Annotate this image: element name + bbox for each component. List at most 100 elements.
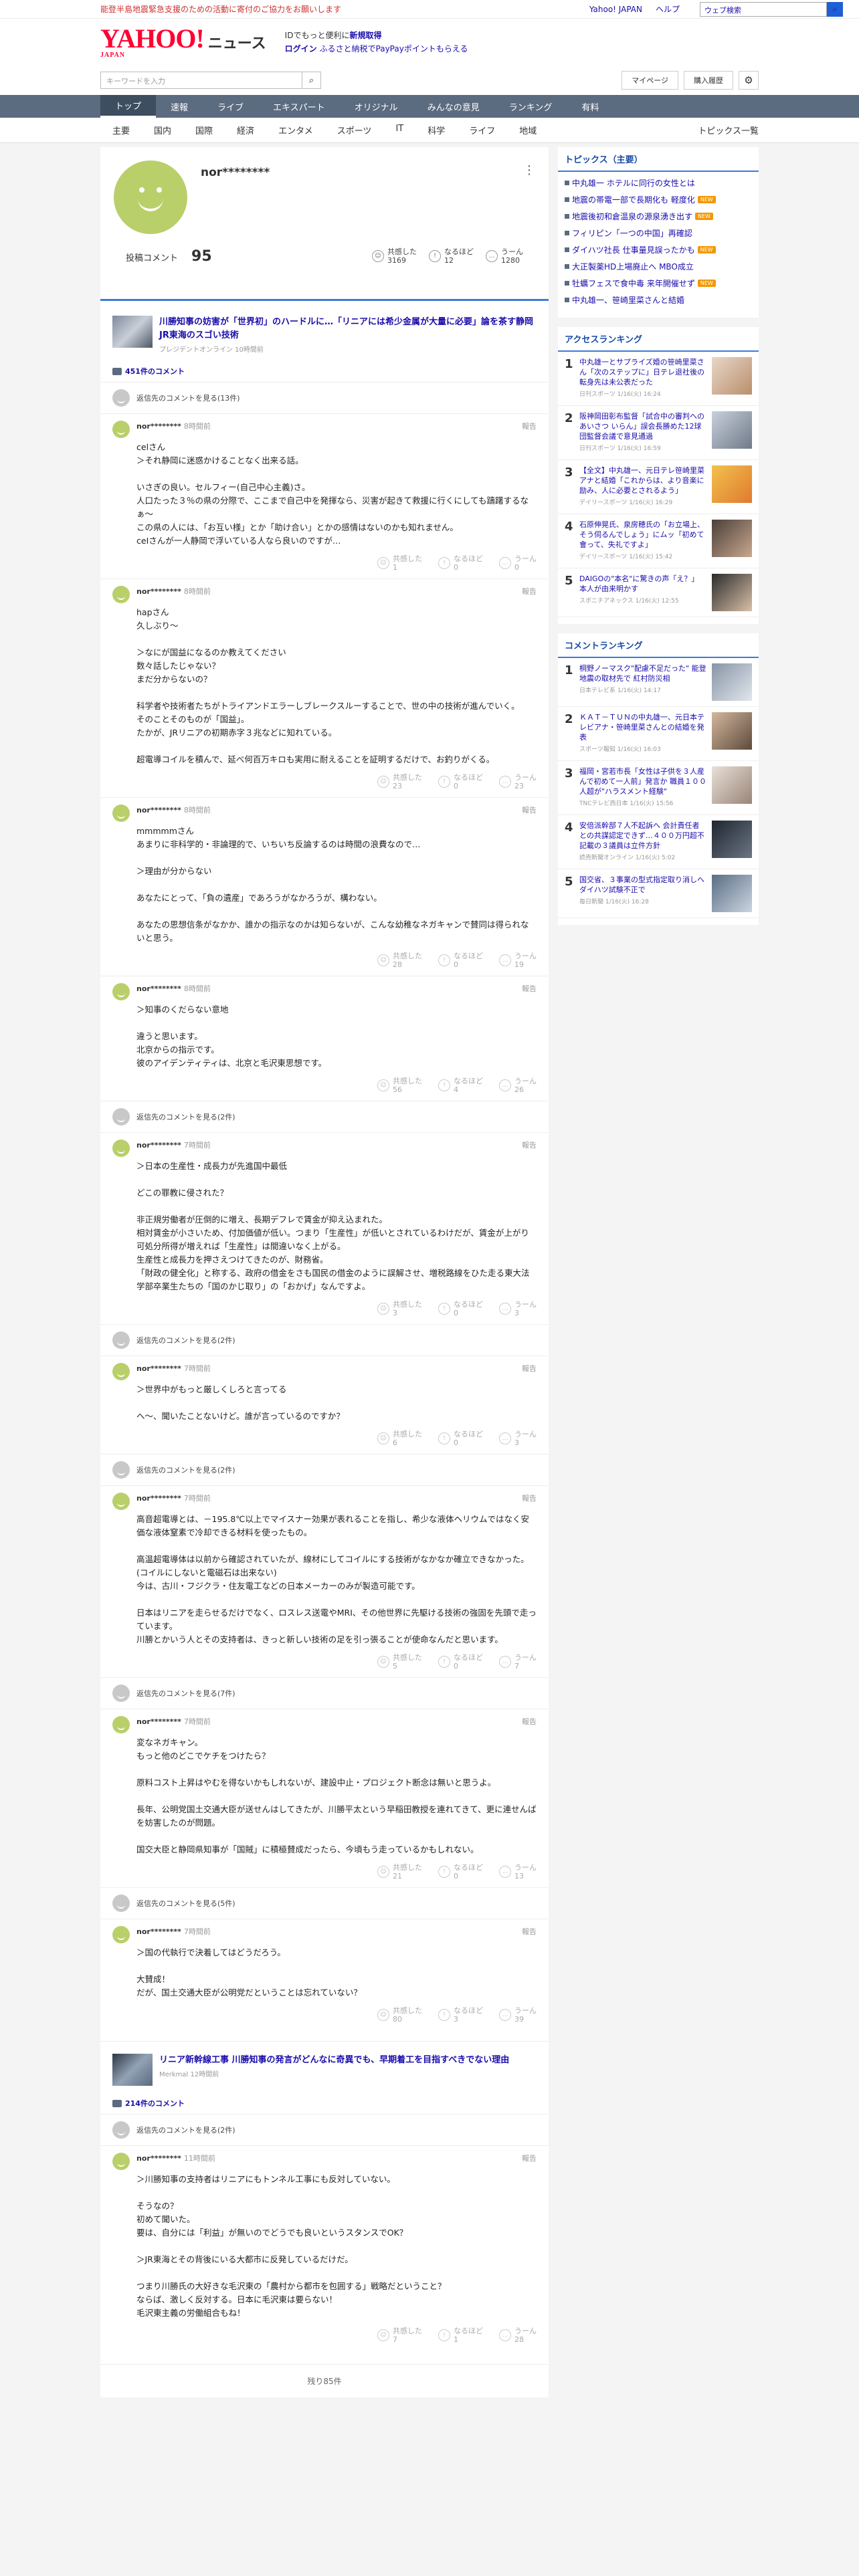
report-link[interactable]: 報告 bbox=[522, 983, 537, 994]
hmm-button[interactable]: … うーん 28 bbox=[499, 2327, 537, 2344]
parent-comment-link[interactable]: 返信先のコメントを見る(5件) bbox=[100, 1887, 549, 1919]
report-link[interactable]: 報告 bbox=[522, 1363, 537, 1374]
insight-button[interactable]: ! なるほど 0 bbox=[438, 773, 483, 790]
hmm-button[interactable]: … うーん 23 bbox=[499, 773, 537, 790]
parent-comment-link[interactable]: 返信先のコメントを見る(7件) bbox=[100, 1677, 549, 1709]
keyword-search-input[interactable]: キーワードを入力 bbox=[100, 72, 302, 89]
empathy-button[interactable]: ☺ 共感した 1 bbox=[377, 554, 422, 572]
empathy-button[interactable]: ☺ 共感した 5 bbox=[377, 1653, 422, 1671]
insight-button[interactable]: ! なるほど 0 bbox=[438, 1430, 483, 1447]
category-entertainment[interactable]: エンタメ bbox=[266, 124, 325, 136]
empathy-button[interactable]: ☺ 共感した 21 bbox=[377, 1863, 422, 1881]
ranking-item[interactable]: 1 中丸雄一とサプライズ婚の笹崎里菜さん「次のステップに」日テレ退社後の転身先は未… bbox=[558, 352, 759, 406]
nav-tab-opinion[interactable]: みんなの意見 bbox=[413, 95, 494, 118]
more-menu-icon[interactable]: ⋮ bbox=[523, 163, 535, 177]
category-it[interactable]: IT bbox=[383, 124, 415, 136]
login-link[interactable]: ログイン bbox=[285, 44, 317, 53]
article-link[interactable]: 川勝知事の妨害が「世界初」のハードルに…「リニアには希少金属が大量に必要」論を茶… bbox=[100, 301, 549, 360]
hmm-button[interactable]: … うーん 0 bbox=[499, 554, 537, 572]
yahoo-logo[interactable]: YAHOO! JAPAN bbox=[100, 25, 205, 59]
topic-item[interactable]: 牡蠣フェスで食中毒 来年開催せず NEW bbox=[565, 275, 752, 292]
remaining-count[interactable]: 残り85件 bbox=[100, 2364, 549, 2397]
empathy-button[interactable]: ☺ 共感した 28 bbox=[377, 952, 422, 969]
topic-item[interactable]: 大正製薬HD上場廃止へ MBO成立 bbox=[565, 258, 752, 275]
ranking-item[interactable]: 2 ＫＡＴ－ＴＵＮの中丸雄一、元日本テレビアナ・笹崎里菜さんとの結婚を発表 スポーツ… bbox=[558, 707, 759, 761]
yahoo-japan-link[interactable]: Yahoo! JAPAN bbox=[589, 5, 642, 14]
hmm-button[interactable]: … うーん 7 bbox=[499, 1653, 537, 1671]
insight-button[interactable]: ! なるほど 0 bbox=[438, 952, 483, 969]
category-economy[interactable]: 経済 bbox=[225, 124, 266, 136]
hmm-button[interactable]: … うーん 19 bbox=[499, 952, 537, 969]
signup-link[interactable]: 新規取得 bbox=[349, 31, 381, 40]
nav-tab-paid[interactable]: 有料 bbox=[567, 95, 613, 118]
hmm-button[interactable]: … うーん 3 bbox=[499, 1300, 537, 1317]
topic-item[interactable]: ダイハツ社長 仕事量見誤ったかも NEW bbox=[565, 241, 752, 258]
report-link[interactable]: 報告 bbox=[522, 1140, 537, 1150]
article-title[interactable]: リニア新幹線工事 川勝知事の発言がどんなに奇異でも、早期着工を目指すべきでない理… bbox=[159, 2054, 509, 2067]
ranking-title[interactable]: 国交省、３事業の型式指定取り消しへ ダイハツ試験不正で bbox=[579, 875, 706, 895]
insight-button[interactable]: ! なるほど 0 bbox=[438, 1863, 483, 1881]
furusato-link[interactable]: ふるさと納税でPayPayポイントもらえる bbox=[320, 44, 468, 53]
ranking-title[interactable]: 中丸雄一とサプライズ婚の笹崎里菜さん「次のステップに」日テレ退社後の転身先は未公… bbox=[579, 357, 706, 387]
hmm-button[interactable]: … うーん 3 bbox=[499, 1430, 537, 1447]
nav-tab-ranking[interactable]: ランキング bbox=[494, 95, 567, 118]
ranking-item[interactable]: 1 桐野ノーマスク"配慮不足だった" 能登地震の取材先で 紅村防災相 日本テレビ系 … bbox=[558, 658, 759, 707]
search-icon[interactable]: ⌕ bbox=[302, 72, 321, 89]
empathy-button[interactable]: ☺ 共感した 3 bbox=[377, 1300, 422, 1317]
help-link[interactable]: ヘルプ bbox=[656, 3, 680, 15]
report-link[interactable]: 報告 bbox=[522, 1493, 537, 1503]
ranking-item[interactable]: 5 DAIGOの"本名"に驚きの声「え？」 本人が由来明かす スポニチアネックス 1… bbox=[558, 568, 759, 617]
category-world[interactable]: 国際 bbox=[183, 124, 225, 136]
search-icon[interactable]: ⌕ bbox=[827, 1, 843, 17]
empathy-button[interactable]: ☺ 共感した 80 bbox=[377, 2006, 422, 2024]
article-title[interactable]: 川勝知事の妨害が「世界初」のハードルに…「リニアには希少金属が大量に必要」論を茶… bbox=[159, 316, 537, 342]
parent-comment-link[interactable]: 返信先のコメントを見る(2件) bbox=[100, 1101, 549, 1132]
comment-count-link[interactable]: 214件のコメント bbox=[100, 2092, 549, 2114]
report-link[interactable]: 報告 bbox=[522, 421, 537, 431]
ranking-title[interactable]: 石原伸晃氏、泉房穂氏の「お立場上、そう伺るんでしょう」にムッ「初めて會って、失礼… bbox=[579, 520, 706, 550]
comment-count-link[interactable]: 451件のコメント bbox=[100, 360, 549, 382]
category-sports[interactable]: スポーツ bbox=[325, 124, 384, 136]
ranking-item[interactable]: 4 石原伸晃氏、泉房穂氏の「お立場上、そう伺るんでしょう」にムッ「初めて會って、失… bbox=[558, 514, 759, 568]
report-link[interactable]: 報告 bbox=[522, 2153, 537, 2163]
report-link[interactable]: 報告 bbox=[522, 1716, 537, 1727]
hmm-button[interactable]: … うーん 26 bbox=[499, 1077, 537, 1094]
nav-tab-expert[interactable]: エキスパート bbox=[258, 95, 340, 118]
nav-tab-flash[interactable]: 速報 bbox=[156, 95, 203, 118]
nav-tab-live[interactable]: ライブ bbox=[203, 95, 258, 118]
topic-item[interactable]: 中丸雄一、笹崎里菜さんと結婚 bbox=[565, 292, 752, 308]
ranking-title[interactable]: 阪神岡田彰布監督「試合中の審判へのあいさつ いらん」誤会長勝めた12球団監督会議… bbox=[579, 411, 706, 441]
hmm-button[interactable]: … うーん 13 bbox=[499, 1863, 537, 1881]
insight-button[interactable]: ! なるほど 0 bbox=[438, 554, 483, 572]
nav-tab-original[interactable]: オリジナル bbox=[340, 95, 413, 118]
report-link[interactable]: 報告 bbox=[522, 804, 537, 815]
topics-list-link[interactable]: トピックス一覧 bbox=[698, 124, 759, 136]
ranking-title[interactable]: 桐野ノーマスク"配慮不足だった" 能登地震の取材先で 紅村防災相 bbox=[579, 663, 706, 683]
ranking-item[interactable]: 2 阪神岡田彰布監督「試合中の審判へのあいさつ いらん」誤会長勝めた12球団監督会… bbox=[558, 406, 759, 460]
ranking-title[interactable]: 【全文】中丸雄一、元日テレ笹崎里菜アナと結婚「これからは、より音楽に励み、人に必… bbox=[579, 465, 706, 496]
parent-comment-link[interactable]: 返信先のコメントを見る(2件) bbox=[100, 1454, 549, 1485]
empathy-button[interactable]: ☺ 共感した 6 bbox=[377, 1430, 422, 1447]
empathy-button[interactable]: ☺ 共感した 7 bbox=[377, 2327, 422, 2344]
ranking-item[interactable]: 5 国交省、３事業の型式指定取り消しへ ダイハツ試験不正で 毎日新聞 1/16(火)… bbox=[558, 869, 759, 918]
category-life[interactable]: ライフ bbox=[457, 124, 507, 136]
gear-icon[interactable]: ⚙ bbox=[739, 71, 759, 90]
purchase-history-button[interactable]: 購入履歴 bbox=[684, 71, 733, 90]
ranking-item[interactable]: 3 福岡・宮若市長「女性は子供を３人産んで初めて一人前」発言か 職員１００人超が"… bbox=[558, 761, 759, 815]
insight-button[interactable]: ! なるほど 1 bbox=[438, 2327, 483, 2344]
category-science[interactable]: 科学 bbox=[415, 124, 457, 136]
empathy-button[interactable]: ☺ 共感した 23 bbox=[377, 773, 422, 790]
mypage-button[interactable]: マイページ bbox=[622, 71, 678, 90]
nav-tab-top[interactable]: トップ bbox=[100, 95, 157, 118]
ranking-item[interactable]: 4 安倍派幹部７人不起訴へ 会計責任者との共謀認定できず…４００万円超不記載の３議… bbox=[558, 815, 759, 869]
report-link[interactable]: 報告 bbox=[522, 586, 537, 597]
ranking-title[interactable]: ＫＡＴ－ＴＵＮの中丸雄一、元日本テレビアナ・笹崎里菜さんとの結婚を発表 bbox=[579, 712, 706, 742]
category-major[interactable]: 主要 bbox=[100, 124, 142, 136]
news-service-title[interactable]: ニュース bbox=[208, 31, 266, 53]
insight-button[interactable]: ! なるほど 0 bbox=[438, 1653, 483, 1671]
topic-item[interactable]: 地震の帯電一部で長期化も 軽度化 NEW bbox=[565, 191, 752, 208]
insight-button[interactable]: ! なるほど 0 bbox=[438, 1300, 483, 1317]
topic-item[interactable]: フィリピン「一つの中国」再確認 bbox=[565, 225, 752, 241]
insight-button[interactable]: ! なるほど 3 bbox=[438, 2006, 483, 2024]
topic-item[interactable]: 中丸雄一 ホテルに同行の女性とは bbox=[565, 175, 752, 191]
